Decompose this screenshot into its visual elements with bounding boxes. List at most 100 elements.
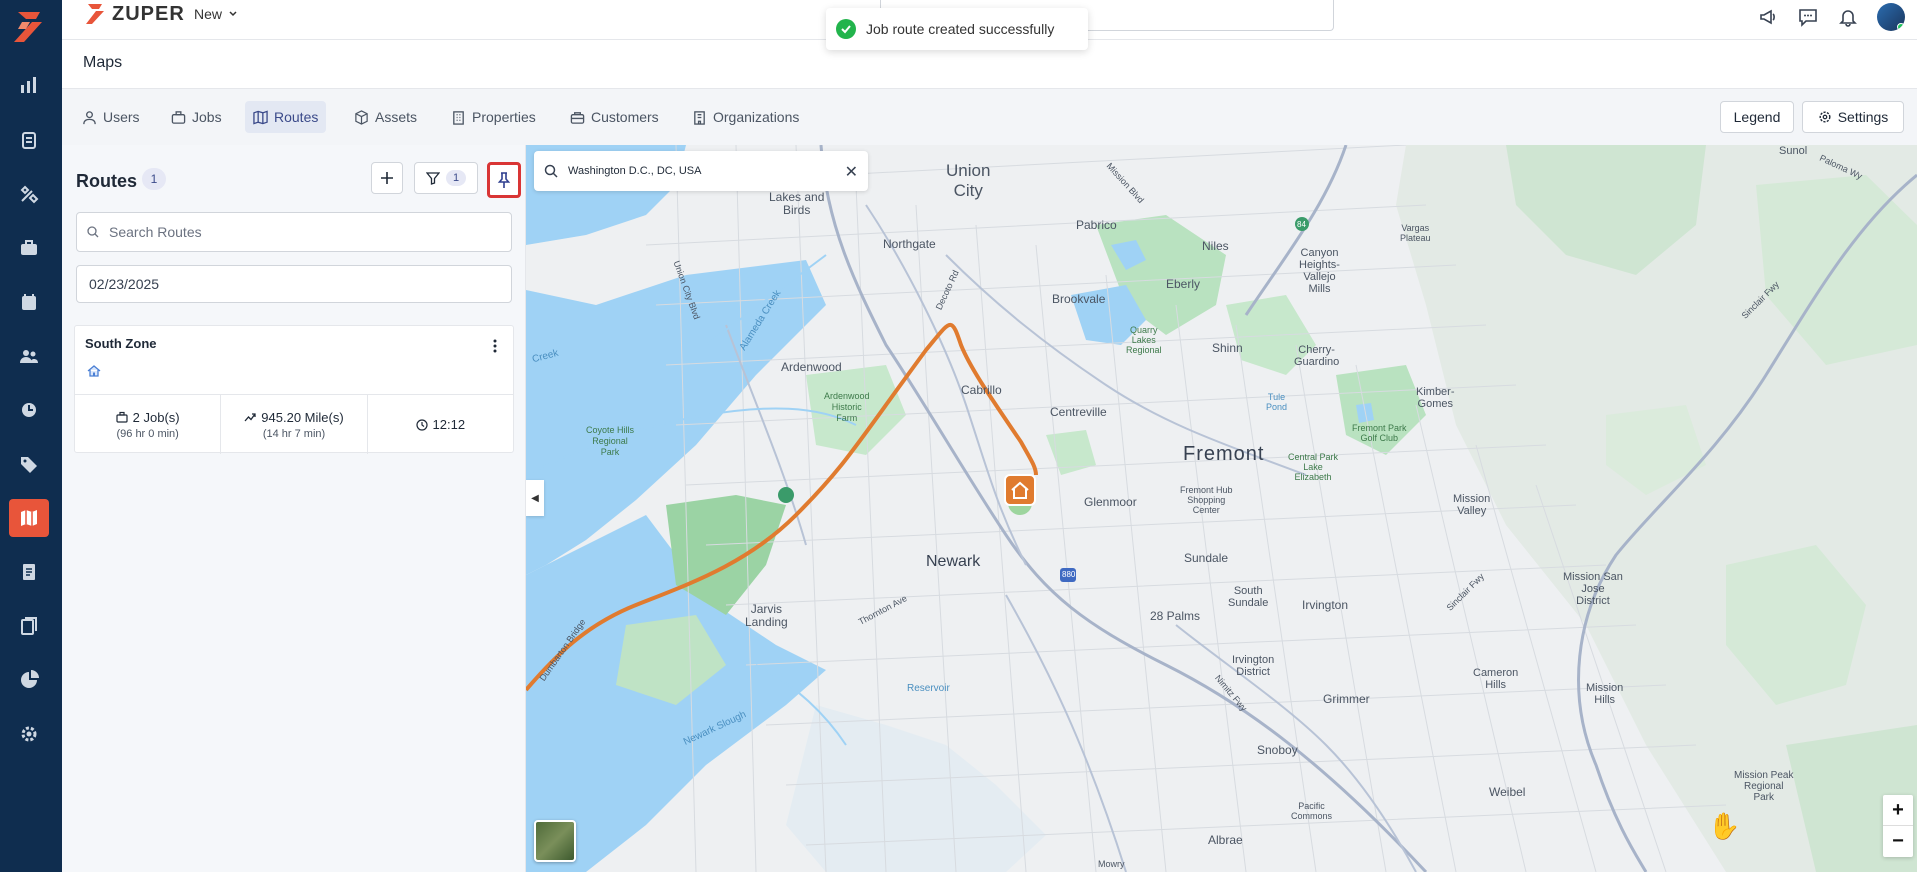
chevron-down-icon (229, 11, 237, 17)
filter-icon (425, 172, 440, 185)
pin-panel-button[interactable] (487, 162, 521, 198)
building-icon (453, 110, 464, 125)
brand-logo[interactable]: ZUPER (84, 1, 185, 27)
satellite-toggle[interactable] (534, 820, 576, 862)
search-icon (544, 164, 558, 178)
map-label: Mission San Jose District (1563, 571, 1623, 607)
map-label: Mission Valley (1453, 493, 1491, 517)
reports-icon[interactable] (9, 661, 49, 699)
map-label: Kimber- Gomes (1416, 386, 1455, 410)
toast-message: Job route created successfully (866, 21, 1055, 37)
tab-customers[interactable]: Customers (562, 101, 667, 133)
users-icon[interactable] (9, 337, 49, 375)
map-label: Glenmoor (1084, 495, 1137, 509)
calendar-icon[interactable] (9, 283, 49, 321)
maps-icon[interactable] (9, 499, 49, 537)
route-stop-marker[interactable] (1002, 473, 1038, 517)
filter-count-badge: 1 (445, 170, 467, 186)
route-card[interactable]: South Zone 2 Job(s) (96 hr 0 min) 945.20… (74, 325, 514, 454)
plus-icon (381, 172, 393, 184)
route-jobs-stat: 2 Job(s) (96 hr 0 min) (75, 395, 222, 454)
map-label: Cherry- Guardino (1294, 344, 1340, 368)
zuper-logo-icon[interactable] (10, 6, 50, 46)
route-distance-stat: 945.20 Mile(s) (14 hr 7 min) (221, 395, 368, 454)
tab-users[interactable]: Users (74, 101, 148, 133)
jobs-icon[interactable] (9, 229, 49, 267)
trend-line-icon (244, 413, 256, 422)
zoom-out-button[interactable]: − (1883, 826, 1913, 857)
map-label: Pabrico (1076, 218, 1117, 232)
tab-label: Customers (591, 109, 659, 125)
pin-icon (497, 172, 511, 188)
map-label: Jarvis Landing (745, 602, 788, 629)
map-icon (253, 109, 268, 125)
success-toast: Job route created successfully (826, 8, 1088, 50)
settings-icon[interactable] (9, 715, 49, 753)
map-canvas[interactable]: Union City Lakes and Birds Pabrico Northga… (526, 145, 1917, 872)
map-label: Newark (926, 553, 981, 570)
documents-icon[interactable] (9, 607, 49, 645)
map-label: Tule Pond (1266, 392, 1288, 412)
map-label: Northgate (883, 237, 936, 251)
user-avatar[interactable] (1877, 3, 1905, 31)
timesheet-icon[interactable] (9, 391, 49, 429)
search-routes-input[interactable]: Search Routes (76, 212, 512, 252)
map-label: Snoboy (1257, 743, 1298, 757)
home-icon (87, 364, 101, 378)
customers-icon (570, 111, 585, 124)
map-label: Irvington District (1232, 654, 1275, 678)
zoom-controls: + − (1883, 795, 1913, 857)
hand-cursor-icon: ✋ (1708, 811, 1741, 841)
more-vertical-icon[interactable] (485, 336, 505, 356)
collapse-panel-button[interactable]: ◀ (526, 480, 544, 516)
announcements-icon[interactable] (1757, 6, 1779, 28)
route-date-field[interactable]: 02/23/2025 (76, 265, 512, 303)
briefcase-icon (116, 411, 128, 423)
map-label: Brookvale (1052, 292, 1106, 306)
organization-icon (694, 110, 705, 125)
map-label: Reservoir (907, 683, 950, 694)
map-label: Cabrillo (961, 383, 1002, 397)
tag-icon[interactable] (9, 445, 49, 483)
notifications-bell-icon[interactable] (1837, 6, 1859, 28)
map-label: Canyon Heights- Vallejo Mills (1299, 247, 1340, 295)
add-route-button[interactable] (371, 162, 403, 194)
tab-label: Assets (375, 109, 418, 125)
check-circle-icon (836, 19, 856, 39)
tab-label: Jobs (192, 109, 222, 125)
close-icon[interactable]: ✕ (845, 162, 858, 182)
map-location-search[interactable]: Washington D.C., DC, USA ✕ (534, 151, 868, 191)
requests-icon[interactable] (9, 121, 49, 159)
tab-jobs[interactable]: Jobs (163, 101, 230, 133)
settings-button[interactable]: Settings (1802, 101, 1904, 133)
tools-icon[interactable] (9, 175, 49, 213)
route-jobs-value: 2 Job(s) (132, 409, 180, 425)
tab-routes[interactable]: Routes (245, 101, 327, 133)
page-title: Maps (83, 54, 123, 71)
zoom-in-button[interactable]: + (1883, 795, 1913, 826)
tab-properties[interactable]: Properties (443, 101, 544, 133)
tab-label: Organizations (713, 109, 800, 125)
highway-shield: 880 (1062, 570, 1076, 579)
tab-organizations[interactable]: Organizations (684, 101, 807, 133)
map-label: Fremont Hub Shopping Center (1180, 485, 1233, 515)
invoice-icon[interactable] (9, 553, 49, 591)
dashboard-icon[interactable] (9, 66, 49, 104)
map-label: Coyote Hills Regional Park (586, 425, 635, 457)
route-time-stat: 12:12 (368, 395, 513, 454)
map-label: Albrae (1208, 833, 1243, 847)
legend-button[interactable]: Legend (1720, 101, 1794, 133)
new-menu-button[interactable]: New (194, 6, 238, 22)
map-label: South Sundale (1228, 585, 1269, 609)
top-actions (1757, 3, 1905, 31)
search-icon (87, 226, 99, 238)
tab-assets[interactable]: Assets (346, 101, 425, 133)
routes-title: Routes (76, 171, 138, 191)
map-label: Niles (1202, 239, 1229, 253)
filter-button[interactable]: 1 (414, 162, 478, 194)
map-label: Irvington (1302, 598, 1349, 612)
map-label: Mission Peak Regional Park (1734, 770, 1794, 803)
map-label: Central Park Lake Elizabeth (1288, 452, 1339, 482)
map-label: Sundale (1184, 551, 1229, 565)
chat-icon[interactable] (1797, 6, 1819, 28)
